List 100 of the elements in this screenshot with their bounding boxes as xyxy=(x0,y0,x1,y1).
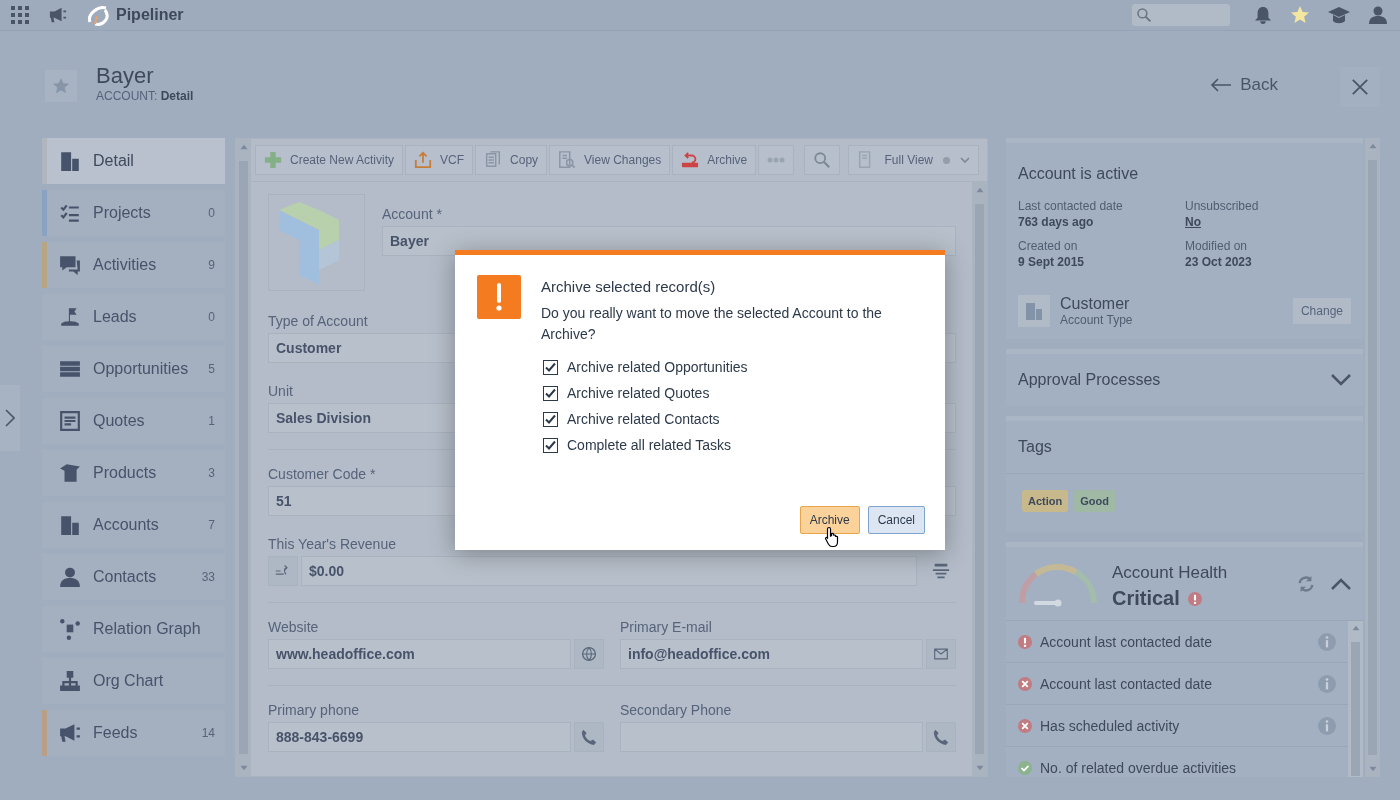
sidebar-item[interactable]: Feeds 14 xyxy=(42,710,225,756)
health-check-label: No. of related overdue activities xyxy=(1040,759,1238,776)
breadcrumb: ACCOUNT: Detail xyxy=(96,89,194,103)
sidebar-item[interactable]: Activities 9 xyxy=(42,242,225,288)
status-dot xyxy=(943,156,950,164)
fact-link[interactable]: No xyxy=(1185,215,1201,229)
chevron-right-icon xyxy=(5,409,15,427)
search-field[interactable] xyxy=(1132,4,1230,26)
toolbar-button[interactable]: Archive xyxy=(672,145,757,175)
notifications-button[interactable] xyxy=(1254,5,1272,25)
tag[interactable]: Action xyxy=(1022,490,1069,512)
card-title: Account Health xyxy=(1112,563,1228,583)
sidebar-item[interactable]: Contacts 33 xyxy=(42,554,225,600)
info-button[interactable] xyxy=(1318,632,1336,651)
checkbox-label[interactable]: Archive related Quotes xyxy=(567,385,710,401)
profile-button[interactable] xyxy=(1368,5,1388,25)
checkbox-label[interactable]: Archive related Contacts xyxy=(567,411,720,427)
scrollbar[interactable] xyxy=(236,139,251,776)
fact-value: 763 days ago xyxy=(1018,215,1095,229)
sidebar-item[interactable]: Opportunities 5 xyxy=(42,346,225,392)
globe-button[interactable] xyxy=(574,639,604,669)
sidebar-item[interactable]: Projects 0 xyxy=(42,190,225,236)
close-button[interactable] xyxy=(1340,67,1380,107)
archive-button[interactable]: Archive xyxy=(799,506,860,534)
chevron-up-icon xyxy=(1331,578,1351,590)
sidebar-item[interactable]: Org Chart xyxy=(42,658,225,704)
sidebar-item[interactable]: Accounts 7 xyxy=(42,502,225,548)
app-grid-button[interactable] xyxy=(10,5,30,25)
toolbar-button[interactable]: View Changes xyxy=(549,145,671,175)
sidebar-item[interactable]: Products 3 xyxy=(42,450,225,496)
checkbox[interactable] xyxy=(543,385,558,401)
expand-button[interactable] xyxy=(1331,374,1351,386)
checkbox-label[interactable]: Complete all related Tasks xyxy=(567,437,731,453)
phone-button[interactable] xyxy=(926,722,956,752)
back-button[interactable]: Back xyxy=(1210,75,1278,95)
sidebar-item[interactable]: Leads 0 xyxy=(42,294,225,340)
checkbox-label[interactable]: Archive related Opportunities xyxy=(567,359,748,375)
input-field[interactable]: $0.00 xyxy=(301,556,917,586)
fact-label: Modified on xyxy=(1185,239,1249,253)
input-field[interactable]: www.headoffice.com xyxy=(268,639,571,669)
chat-check-icon xyxy=(59,254,81,276)
scrollbar[interactable] xyxy=(1365,138,1380,777)
currency-button[interactable] xyxy=(268,556,298,586)
field-label: Website xyxy=(268,619,319,635)
sidebar-item[interactable]: Quotes 1 xyxy=(42,398,225,444)
card-title: Account is active xyxy=(1018,165,1140,183)
input-field[interactable]: info@headoffice.com xyxy=(620,639,923,669)
building-icon xyxy=(59,514,81,536)
toolbar-button[interactable]: VCF xyxy=(405,145,474,175)
person-icon xyxy=(59,566,81,588)
arrow-down-icon xyxy=(974,764,985,772)
expand-panel-button[interactable] xyxy=(0,385,20,451)
info-button[interactable] xyxy=(1318,674,1336,693)
academy-button[interactable] xyxy=(1328,5,1350,25)
item-count: 9 xyxy=(208,258,215,272)
announcements-button[interactable] xyxy=(48,6,68,24)
sidebar-item[interactable]: Detail xyxy=(42,138,225,184)
plus-icon xyxy=(264,151,282,169)
view-dropdown[interactable]: Full View xyxy=(847,145,979,175)
checkbox[interactable] xyxy=(543,411,558,427)
favorites-button[interactable] xyxy=(1290,5,1310,25)
star-icon xyxy=(1290,5,1310,25)
scrollbar[interactable] xyxy=(1348,621,1363,777)
more-button[interactable] xyxy=(758,145,795,175)
tag[interactable]: Good xyxy=(1074,490,1115,512)
document-search-icon xyxy=(558,151,577,169)
document-icon xyxy=(59,410,81,432)
search-icon xyxy=(1136,7,1152,23)
megaphone-icon xyxy=(59,722,81,744)
change-button[interactable]: Change xyxy=(1292,298,1351,324)
checkbox[interactable] xyxy=(543,437,558,453)
checkbox[interactable] xyxy=(543,359,558,375)
item-count: 1 xyxy=(208,414,215,428)
sidebar-item[interactable]: Relation Graph xyxy=(42,606,225,652)
card-title: Tags xyxy=(1018,438,1052,456)
search-icon xyxy=(812,151,831,169)
toolbar-button[interactable]: Copy xyxy=(475,145,548,175)
info-button[interactable] xyxy=(1318,716,1336,735)
input-field[interactable]: 888-843-6699 xyxy=(268,722,571,752)
toolbar-button[interactable]: Create New Activity xyxy=(255,145,404,175)
health-status: Critical xyxy=(1112,587,1180,610)
calculator-icon xyxy=(932,562,950,580)
scrollbar[interactable] xyxy=(972,182,987,776)
logo-text: Pipeliner xyxy=(116,6,184,24)
cancel-button[interactable]: Cancel xyxy=(867,506,925,534)
exclamation-icon xyxy=(1187,591,1202,606)
stack-icon xyxy=(59,358,81,380)
email-button[interactable] xyxy=(926,639,956,669)
item-count: 7 xyxy=(208,518,215,532)
archive-icon xyxy=(681,151,700,169)
search-button[interactable] xyxy=(803,145,840,175)
phone-button[interactable] xyxy=(574,722,604,752)
item-count: 14 xyxy=(201,726,215,740)
field-label: This Year's Revenue xyxy=(268,536,396,552)
item-count: 5 xyxy=(208,362,215,376)
collapse-button[interactable] xyxy=(1331,578,1351,590)
chevron-down-icon xyxy=(1331,374,1351,386)
fact-label: Created on xyxy=(1018,239,1079,253)
refresh-button[interactable] xyxy=(1297,575,1315,593)
favorite-button[interactable] xyxy=(45,70,77,102)
